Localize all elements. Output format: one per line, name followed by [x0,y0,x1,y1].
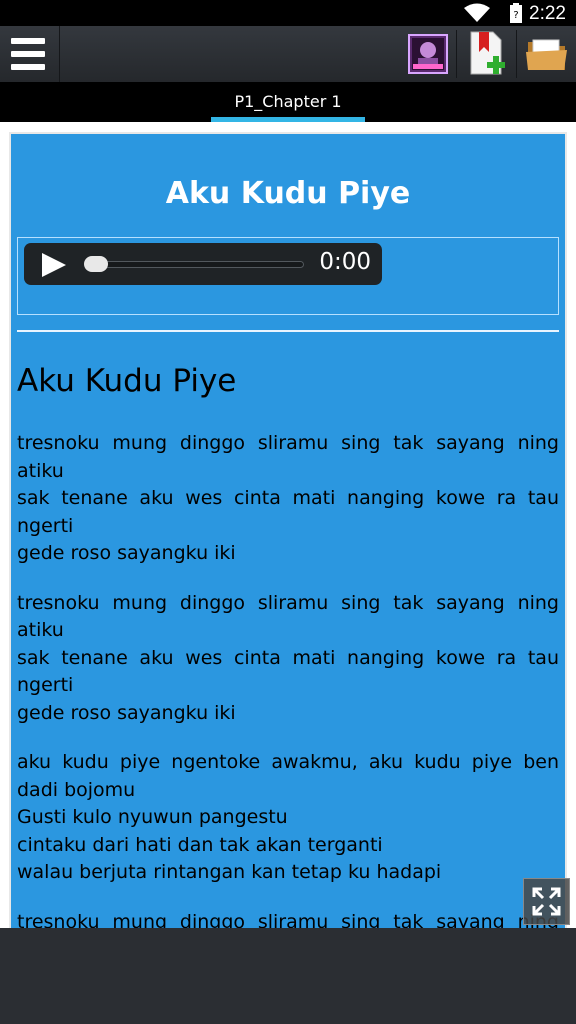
lyric-line: gede roso sayangku iki [17,542,236,564]
lyric-line: sak tenane aku wes cinta mati nanging ko… [17,646,559,697]
add-bookmark-button[interactable] [459,26,515,82]
lyrics-stanza: aku kudu piye ngentoke awakmu, aku kudu … [17,749,559,887]
divider [516,30,517,78]
content-area[interactable]: Aku Kudu Piye 0:00 Aku Kudu Piye tresnok… [0,122,576,928]
hamburger-line [11,64,45,70]
play-icon[interactable] [42,253,66,277]
lyric-line: tresnoku mung dinggo sliramu sing tak sa… [17,910,559,929]
lyrics-title: Aku Kudu Piye [17,363,237,399]
bottom-panel [0,928,576,1024]
fullscreen-button[interactable] [523,878,570,925]
page-title: Aku Kudu Piye [165,176,411,211]
lyric-line: cintaku dari hati dan tak akan terganti [17,833,383,856]
audio-frame: 0:00 [17,237,559,315]
open-folder-button[interactable] [519,26,575,82]
fullscreen-icon [532,887,561,916]
divider [456,30,457,78]
audio-player: 0:00 [24,243,382,285]
menu-button[interactable] [0,26,60,82]
seek-bar[interactable] [86,261,304,268]
lyric-line: Gusti kulo nyuwun pangestu [17,806,288,828]
tab-label: P1_Chapter 1 [234,92,342,111]
lyrics-stanza: tresnoku mung dinggo sliramu sing tak sa… [17,590,559,728]
lyric-line: walau berjuta rintangan kan tetap ku had… [17,861,442,883]
status-bar: ? 2:22 [0,0,576,26]
seek-handle[interactable] [84,256,108,272]
tab-p1-chapter-1[interactable]: P1_Chapter 1 [211,82,365,122]
lyrics-body: tresnoku mung dinggo sliramu sing tak sa… [17,430,559,928]
player-time: 0:00 [319,249,371,275]
hamburger-line [11,51,45,57]
lyric-line: aku kudu piye ngentoke awakmu, aku kudu … [17,751,559,801]
folder-open-icon [526,39,567,70]
lyric-line: gede roso sayangku iki [17,701,236,724]
avatar-button[interactable] [400,26,456,82]
wifi-icon [464,3,490,22]
action-bar [0,26,576,82]
battery-icon: ? [510,3,522,23]
svg-text:?: ? [513,10,518,21]
lyrics-card: Aku Kudu Piye 0:00 Aku Kudu Piye tresnok… [9,132,567,928]
divider [17,330,559,332]
tab-bar: P1_Chapter 1 [0,82,576,122]
lyric-line: tresnoku mung dinggo sliramu sing tak sa… [17,432,559,482]
clock: 2:22 [529,3,566,24]
hamburger-menu-icon [11,38,45,44]
lyric-line: tresnoku mung dinggo sliramu sing tak sa… [17,591,559,642]
avatar-icon [408,34,448,74]
lyrics-stanza: tresnoku mung dinggo sliramu sing tak sa… [17,430,559,568]
lyric-line: sak tenane aku wes cinta mati nanging ko… [17,487,559,537]
bookmark-add-icon [470,31,505,75]
lyrics-stanza: tresnoku mung dinggo sliramu sing tak sa… [17,909,559,929]
